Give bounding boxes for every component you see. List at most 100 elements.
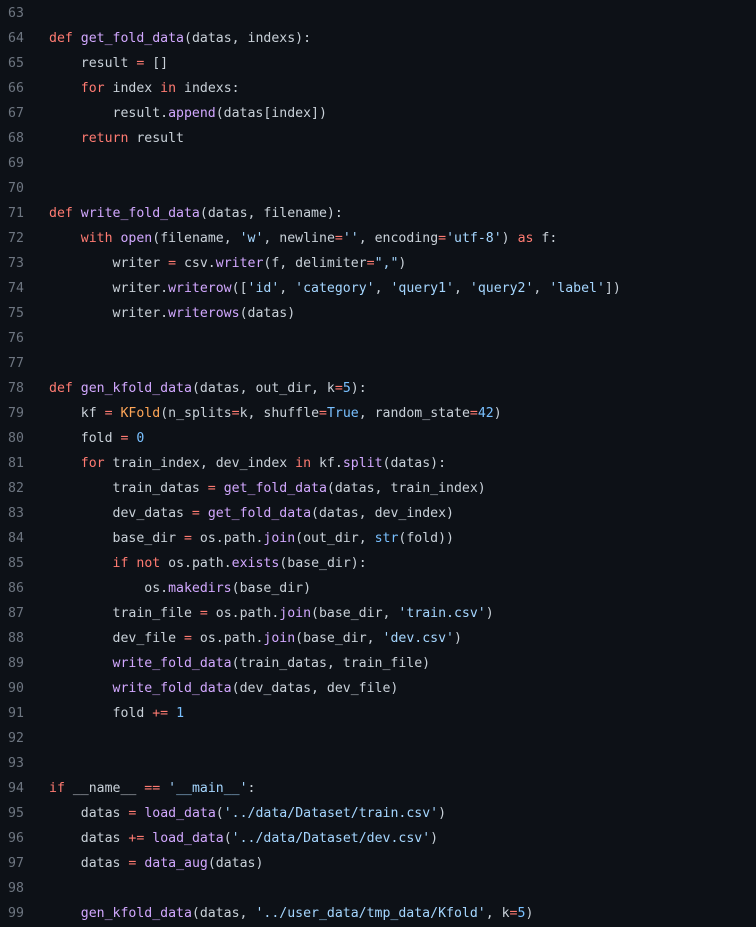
code-text: for index in indexs: (49, 76, 240, 101)
code-token: 'label' (549, 281, 605, 296)
code-token: with (80, 231, 113, 246)
line-number: 81 (8, 456, 24, 471)
line-number: 97 (8, 856, 24, 871)
code-token: kf (49, 406, 105, 421)
line-number: 71 (8, 206, 24, 221)
code-line: 90 write_fold_data(dev_datas, dev_file) (0, 676, 756, 701)
code-token: (base_dir, (295, 631, 383, 646)
code-token: (filename, (152, 231, 240, 246)
code-text: for train_index, dev_index in kf.split(d… (49, 451, 446, 476)
code-token: write_fold_data (80, 206, 200, 221)
code-token: write_fold_data (112, 681, 232, 696)
code-line: 84 base_dir = os.path.join(out_dir, str(… (0, 526, 756, 551)
code-line: 71 def write_fold_data(datas, filename): (0, 201, 756, 226)
code-line: 76 (0, 326, 756, 351)
code-token: (base_dir): (279, 556, 367, 571)
code-token: for (80, 81, 105, 96)
code-token: = (191, 506, 200, 521)
code-token: (datas, indexs): (184, 31, 312, 46)
code-text: def get_fold_data(datas, indexs): (49, 26, 311, 51)
code-token: ([ (231, 281, 248, 296)
code-text: base_dir = os.path.join(out_dir, str(fol… (49, 526, 454, 551)
code-token: split (342, 456, 383, 471)
code-token: csv. (176, 256, 216, 271)
code-token: (base_dir) (231, 581, 312, 596)
code-line: 78 def gen_kfold_data(datas, out_dir, k=5… (0, 376, 756, 401)
code-token: = (438, 231, 447, 246)
code-token: 'utf-8' (446, 231, 502, 246)
code-token: ) (501, 231, 518, 246)
code-text: writer.writerow(['id', 'category', 'quer… (49, 276, 621, 301)
code-token: (datas[index]) (215, 106, 327, 121)
code-token: in (160, 81, 177, 96)
code-token: = (104, 406, 113, 421)
code-line: 91 fold += 1 (0, 701, 756, 726)
code-line: 65 result = [] (0, 51, 756, 76)
code-text: writer = csv.writer(f, delimiter=",") (49, 251, 407, 276)
code-token: , newline (263, 231, 335, 246)
code-line: 74 writer.writerow(['id', 'category', 'q… (0, 276, 756, 301)
code-token: True (326, 406, 359, 421)
code-token: fold (49, 431, 121, 446)
code-line: 87 train_file = os.path.join(base_dir, '… (0, 601, 756, 626)
code-token: data_aug (144, 856, 208, 871)
code-line: 80 fold = 0 (0, 426, 756, 451)
code-token: = (207, 481, 216, 496)
line-number: 83 (8, 506, 24, 521)
code-line: 72 with open(filename, 'w', newline='', … (0, 226, 756, 251)
code-text: if __name__ == '__main__': (49, 776, 256, 801)
code-text: fold = 0 (49, 426, 145, 451)
code-text: datas = data_aug(datas) (49, 851, 264, 876)
code-token: [] (144, 56, 169, 71)
code-token: gen_kfold_data (80, 381, 192, 396)
code-line: 81 for train_index, dev_index in kf.spli… (0, 451, 756, 476)
code-token: makedirs (168, 581, 232, 596)
code-token: (datas, out_dir, k (191, 381, 335, 396)
line-number: 78 (8, 381, 24, 396)
code-token: (datas, train_index) (326, 481, 486, 496)
code-text: dev_file = os.path.join(base_dir, 'dev.c… (49, 626, 462, 651)
code-line: 99 gen_kfold_data(datas, '../user_data/t… (0, 901, 756, 926)
code-token: get_fold_data (223, 481, 327, 496)
code-token: (datas, filename): (199, 206, 343, 221)
code-token: exists (231, 556, 280, 571)
code-token: = (168, 256, 177, 271)
code-token: get_fold_data (80, 31, 184, 46)
code-token: os.path. (207, 606, 280, 621)
code-token: , random_state (358, 406, 470, 421)
code-text: with open(filename, 'w', newline='', enc… (49, 226, 558, 251)
code-token: = (231, 406, 240, 421)
code-token: += (152, 706, 169, 721)
code-text: if not os.path.exists(base_dir): (49, 551, 367, 576)
code-token: def (49, 31, 73, 46)
code-text: gen_kfold_data(datas, '../user_data/tmp_… (49, 901, 534, 926)
code-line: 68 return result (0, 126, 756, 151)
code-text: def write_fold_data(datas, filename): (49, 201, 343, 226)
code-line: 82 train_datas = get_fold_data(datas, tr… (0, 476, 756, 501)
code-token: return (80, 131, 129, 146)
code-token: 'train.csv' (398, 606, 486, 621)
code-line: 75 writer.writerows(datas) (0, 301, 756, 326)
code-token: = (469, 406, 478, 421)
code-text: write_fold_data(train_datas, train_file) (49, 651, 431, 676)
code-token: ( (215, 806, 224, 821)
code-token: (fold)) (398, 531, 454, 546)
code-text: datas += load_data('../data/Dataset/dev.… (49, 826, 438, 851)
code-token: ) (453, 631, 462, 646)
line-number: 74 (8, 281, 24, 296)
code-token: k, shuffle (239, 406, 320, 421)
code-text: fold += 1 (49, 701, 185, 726)
code-line: 70 (0, 176, 756, 201)
line-number: 88 (8, 631, 24, 646)
code-token: os.path. (160, 556, 232, 571)
code-line: 77 (0, 351, 756, 376)
code-line: 95 datas = load_data('../data/Dataset/tr… (0, 801, 756, 826)
line-number: 66 (8, 81, 24, 96)
